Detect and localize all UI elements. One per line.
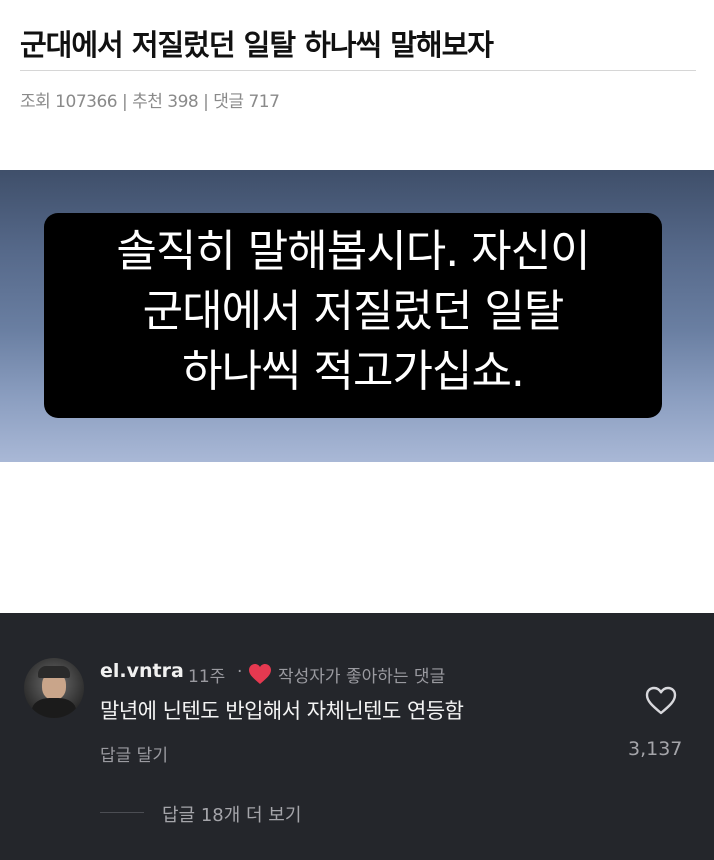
- comment-time: 11주: [188, 667, 226, 687]
- view-more-replies-button[interactable]: 답글 18개 더 보기: [162, 801, 301, 827]
- post-title: 군대에서 저질렀던 일탈 하나씩 말해보자: [20, 28, 494, 62]
- avatar-cap: [38, 666, 70, 678]
- image-caption: 솔직히 말해봅시다. 자신이 군대에서 저질렀던 일탈 하나씩 적고가십쇼.: [44, 222, 662, 402]
- post-meta: 조회 107366 | 추천 398 | 댓글 717: [20, 92, 280, 112]
- meta-separator: ·: [237, 662, 243, 682]
- author-heart-icon: [249, 664, 271, 684]
- caption-line-3: 하나씩 적고가십쇼.: [182, 346, 525, 397]
- comment-text: 말년에 닌텐도 반입해서 자체닌텐도 연등함: [100, 699, 464, 723]
- comment-username[interactable]: el.vntra: [100, 660, 184, 682]
- heart-icon[interactable]: [644, 684, 678, 718]
- replies-divider: [100, 812, 144, 813]
- caption-line-1: 솔직히 말해봅시다. 자신이: [116, 226, 590, 277]
- reply-button[interactable]: 답글 달기: [100, 741, 168, 766]
- caption-line-2: 군대에서 저질렀던 일탈: [142, 286, 565, 337]
- title-divider: [20, 70, 696, 71]
- liked-by-author-label: 작성자가 좋아하는 댓글: [278, 667, 446, 687]
- avatar[interactable]: [24, 658, 84, 718]
- comment-section: [0, 613, 714, 860]
- like-count: 3,137: [628, 738, 683, 760]
